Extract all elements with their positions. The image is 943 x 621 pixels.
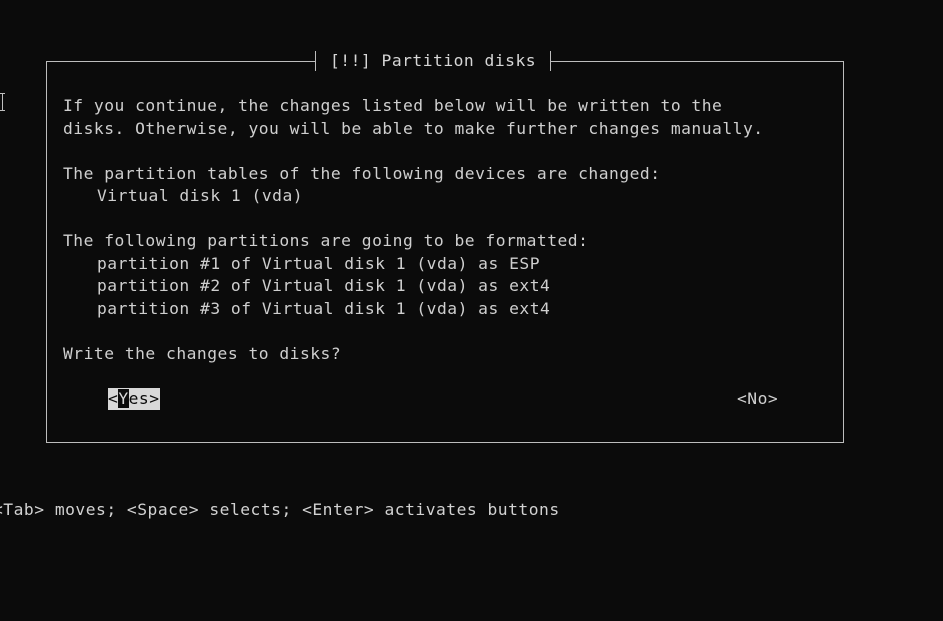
yes-button-hotkey: Y [118, 389, 129, 408]
dialog-title: [!!] Partition disks [315, 50, 552, 72]
tables-heading: The partition tables of the following de… [63, 164, 661, 183]
formatted-heading: The following partitions are going to be… [63, 231, 589, 250]
partition-disks-dialog: [!!] Partition disks If you continue, th… [46, 50, 844, 443]
installer-screen: [!!] Partition disks If you continue, th… [0, 0, 943, 621]
yes-button-rest: es> [128, 389, 160, 408]
text-cursor-ibeam-icon [0, 92, 6, 112]
yes-button-open: < [108, 389, 119, 408]
intro-line-1: If you continue, the changes listed belo… [63, 96, 723, 115]
partition-item-1: partition #1 of Virtual disk 1 (vda) as … [97, 254, 540, 273]
yes-button[interactable]: <Yes> [108, 388, 160, 410]
write-question: Write the changes to disks? [63, 344, 342, 363]
keyboard-hint: <Tab> moves; <Space> selects; <Enter> ac… [0, 500, 560, 519]
intro-line-2: disks. Otherwise, you will be able to ma… [63, 119, 764, 138]
device-item: Virtual disk 1 (vda) [97, 186, 304, 205]
no-button[interactable]: <No> [737, 388, 778, 410]
partition-item-3: partition #3 of Virtual disk 1 (vda) as … [97, 299, 551, 318]
partition-item-2: partition #2 of Virtual disk 1 (vda) as … [97, 276, 551, 295]
